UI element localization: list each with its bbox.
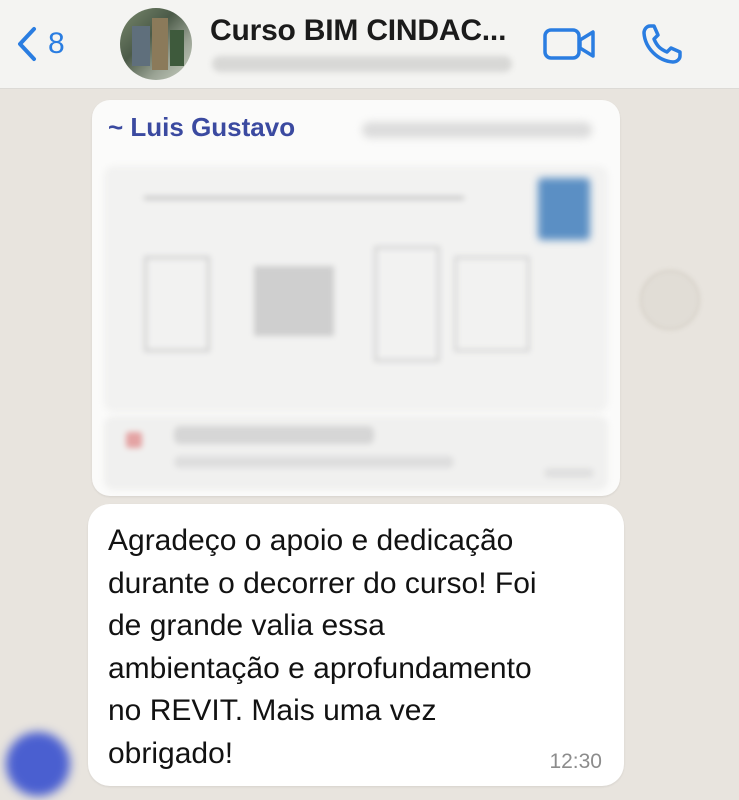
video-camera-icon xyxy=(543,28,595,60)
chat-subtitle-blurred xyxy=(212,56,512,72)
back-button[interactable]: 8 xyxy=(16,22,65,66)
document-preview-thumbnail[interactable] xyxy=(104,166,608,412)
message-sender: ~ Luis Gustavo xyxy=(108,112,296,142)
scroll-indicator xyxy=(640,270,700,330)
document-file-info-blurred[interactable] xyxy=(104,416,608,490)
unread-count: 8 xyxy=(48,27,65,60)
message-bubble[interactable]: Agradeço o apoio e dedicação durante o d… xyxy=(88,504,624,786)
message-text: Agradeço o apoio e dedicação durante o d… xyxy=(108,524,537,770)
document-thumbnail-icon xyxy=(538,178,590,240)
sender-avatar xyxy=(6,732,70,796)
chat-header: 8 Curso BIM CINDAC... xyxy=(0,0,739,89)
document-message[interactable]: ~ Luis Gustavo xyxy=(92,100,620,496)
group-avatar[interactable] xyxy=(120,8,192,80)
phone-icon xyxy=(642,24,682,64)
message-timestamp: 12:30 xyxy=(549,750,602,773)
sender-phone-blurred xyxy=(362,122,592,138)
chat-title[interactable]: Curso BIM CINDAC... xyxy=(210,14,506,48)
voice-call-button[interactable] xyxy=(640,22,686,71)
chevron-left-icon xyxy=(18,27,36,61)
video-call-button[interactable] xyxy=(542,24,596,69)
